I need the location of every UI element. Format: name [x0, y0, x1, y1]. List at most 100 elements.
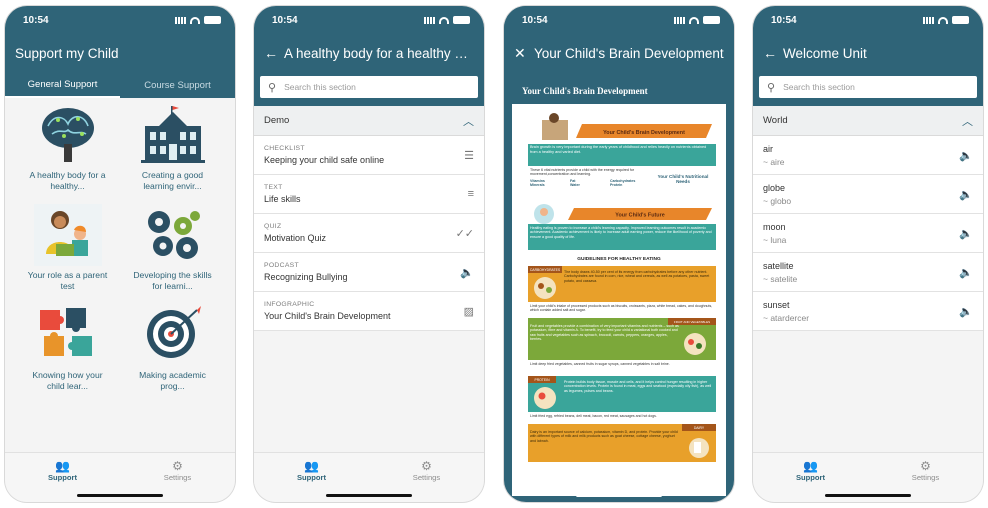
list-item[interactable]: PODCAST Recognizing Bullying 🔈: [254, 253, 484, 292]
fruit-text: Fruit and vegetables provide a combinati…: [530, 324, 679, 341]
battery-icon: [204, 16, 221, 24]
section-title: Demo: [264, 115, 290, 126]
home-indicator[interactable]: [576, 494, 662, 497]
page-title: Your Child's Brain Development: [534, 45, 724, 61]
section-header[interactable]: World ︿: [753, 106, 983, 136]
gears-icon: [147, 211, 200, 259]
carbs-text: The body draws 40-50 per cent of its ene…: [564, 270, 710, 283]
tab-settings-label: Settings: [163, 473, 192, 482]
tile-academic-progress[interactable]: Making academic prog...: [120, 304, 225, 392]
phone-section-list: 10:54 ← A healthy body for a healthy mi.…: [254, 6, 484, 502]
chevron-up-icon: ︿: [962, 115, 973, 128]
speaker-icon[interactable]: 🔈: [959, 188, 973, 201]
status-bar: 10:54: [753, 6, 983, 34]
translation: ~ satelite: [763, 273, 798, 284]
target-icon: [146, 306, 201, 358]
item-kind: QUIZ: [264, 223, 282, 230]
speaker-icon[interactable]: 🔈: [959, 266, 973, 279]
nutritional-needs-label: Your Child's Nutritional Needs: [657, 174, 709, 184]
chevron-up-icon: ︿: [463, 115, 474, 128]
wifi-icon: [190, 16, 200, 24]
wifi-icon: [938, 16, 948, 24]
word-row[interactable]: sunset ~ atardercer 🔈: [753, 292, 983, 331]
tile-how-child-learns[interactable]: Knowing how your child lear...: [15, 304, 120, 392]
carbs-limit: Limit your child's intake of processed p…: [530, 304, 713, 313]
tab-course-support[interactable]: Course Support: [120, 72, 235, 98]
app-store-screenshots: 10:54 Support my Child General Support C…: [0, 0, 988, 508]
home-indicator[interactable]: [326, 494, 412, 497]
nutrient-label: Water: [570, 183, 580, 188]
search-input[interactable]: ⚲ Search this section: [759, 76, 977, 98]
tile-healthy-body[interactable]: A healthy body for a healthy...: [15, 104, 120, 192]
translation: ~ atardercer: [763, 312, 810, 323]
search-placeholder: Search this section: [284, 82, 356, 92]
search-input[interactable]: ⚲ Search this section: [260, 76, 478, 98]
list-item[interactable]: QUIZ Motivation Quiz ✓✓: [254, 214, 484, 253]
tab-settings-label: Settings: [412, 473, 441, 482]
gear-icon: ⚙: [421, 459, 432, 473]
tab-general-support[interactable]: General Support: [5, 72, 120, 98]
double-check-icon: ✓✓: [455, 227, 474, 240]
item-title: Life skills: [264, 194, 301, 204]
battery-icon: [703, 16, 720, 24]
banner-future-text: Your Child's Future: [615, 213, 664, 219]
doc-title: Your Child's Brain Development: [512, 78, 726, 104]
tile-learning-environment[interactable]: Creating a good learning envir...: [120, 104, 225, 192]
battery-icon: [952, 16, 969, 24]
dairy-text: Dairy is an important source of calcium,…: [530, 430, 678, 443]
phone-support-my-child: 10:54 Support my Child General Support C…: [5, 6, 235, 502]
fruit-limit: Limit deep fried vegetables, canned frui…: [530, 362, 670, 366]
tab-support-label: Support: [47, 473, 78, 482]
speaker-icon[interactable]: 🔈: [959, 227, 973, 240]
list-item[interactable]: TEXT Life skills ≡: [254, 175, 484, 214]
word-row[interactable]: moon ~ luna 🔈: [753, 214, 983, 253]
item-kind: INFOGRAPHIC: [264, 301, 315, 308]
search-icon: ⚲: [268, 81, 277, 94]
tile-label: Your role as a parent test: [27, 270, 108, 291]
wifi-icon: [689, 16, 699, 24]
search-icon: ⚲: [767, 81, 776, 94]
protein-limit: Limit fried egg, refried beans, deli mea…: [530, 414, 657, 418]
tile-learning-skills[interactable]: Developing the skills for learni...: [120, 204, 225, 292]
back-arrow-icon[interactable]: ←: [763, 45, 777, 61]
phone-welcome-unit: 10:54 ← Welcome Unit ⚲ Search this secti…: [753, 6, 983, 502]
banner-brain-development-text: Your Child's Brain Development: [603, 130, 685, 136]
infographic[interactable]: Your Child's Brain Development Your Chil…: [512, 78, 726, 496]
item-title: Your Child's Brain Development: [264, 311, 391, 321]
section-header[interactable]: Demo ︿: [254, 106, 484, 136]
nutrient-label: Minerals: [530, 183, 545, 188]
tile-label: Developing the skills for learni...: [133, 270, 212, 291]
status-time: 10:54: [23, 14, 49, 26]
tile-parent-role[interactable]: Your role as a parent test: [15, 204, 120, 292]
parent-child-icon: [33, 204, 102, 266]
signal-icon: [674, 16, 685, 24]
item-title: Recognizing Bullying: [264, 272, 348, 282]
translation: ~ globo: [763, 195, 792, 206]
word: satellite: [763, 260, 794, 271]
tab-bar-top: General Support Course Support: [5, 72, 235, 98]
status-bar: 10:54: [5, 6, 235, 34]
status-time: 10:54: [272, 14, 298, 26]
translation: ~ luna: [763, 234, 787, 245]
status-time: 10:54: [522, 14, 548, 26]
search-bar: ⚲ Search this section: [753, 72, 983, 106]
list-item[interactable]: INFOGRAPHIC Your Child's Brain Developmen…: [254, 292, 484, 331]
list-item[interactable]: CHECKLIST Keeping your child safe online …: [254, 136, 484, 175]
speaker-icon[interactable]: 🔈: [959, 305, 973, 318]
word-row[interactable]: air ~ aire 🔈: [753, 136, 983, 175]
page-title: Support my Child: [15, 45, 119, 61]
home-indicator[interactable]: [77, 494, 163, 497]
item-kind: TEXT: [264, 184, 283, 191]
nutrients-intro: These 6 vital nutrients provide a child …: [530, 168, 635, 177]
nutrient-label: Protein: [610, 183, 623, 188]
word: sunset: [763, 299, 790, 310]
word-row[interactable]: satellite ~ satelite 🔈: [753, 253, 983, 292]
back-arrow-icon[interactable]: ←: [264, 45, 278, 61]
home-indicator[interactable]: [825, 494, 911, 497]
word-row[interactable]: globe ~ globo 🔈: [753, 175, 983, 214]
tab-settings-label: Settings: [911, 473, 940, 482]
speaker-icon[interactable]: 🔈: [959, 149, 973, 162]
close-icon[interactable]: ✕: [514, 45, 526, 62]
people-icon: 👥: [803, 459, 818, 473]
tab-support-label: Support: [296, 473, 327, 482]
